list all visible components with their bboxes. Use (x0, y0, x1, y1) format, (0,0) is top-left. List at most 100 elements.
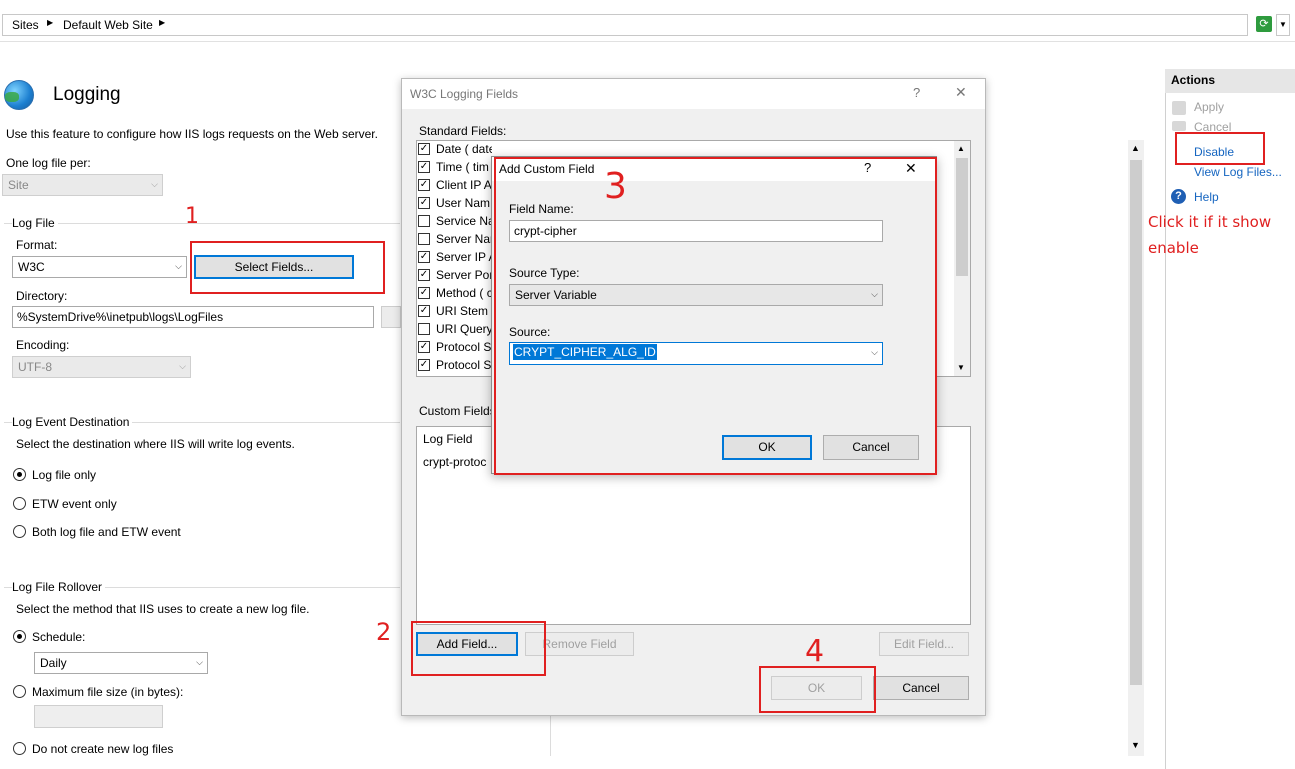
field-checkbox[interactable]: ✓ (418, 161, 430, 173)
radio-label: ETW event only (32, 497, 117, 511)
annotation-box-2 (411, 621, 546, 676)
help-action[interactable]: Help (1194, 190, 1219, 204)
field-label: URI Query (436, 322, 492, 336)
encoding-label: Encoding: (16, 338, 70, 352)
field-checkbox[interactable] (418, 233, 430, 245)
annotation-number-4: 4 (805, 634, 825, 669)
breadcrumb-item-site[interactable]: Default Web Site (63, 18, 153, 32)
field-checkbox[interactable]: ✓ (418, 269, 430, 281)
annotation-box-disable (1175, 132, 1265, 165)
radio-label: Both log file and ETW event (32, 525, 181, 539)
annotation-number-1: 1 (185, 204, 199, 229)
radio-etw-event-only[interactable] (13, 497, 26, 510)
max-size-label: Maximum file size (in bytes): (32, 685, 184, 699)
schedule-label: Schedule: (32, 630, 86, 644)
divider (550, 716, 551, 756)
view-log-files-action[interactable]: View Log Files... (1194, 165, 1282, 179)
field-label: Protocol S (436, 340, 492, 354)
browse-button[interactable] (381, 306, 401, 328)
cancel-icon (1172, 121, 1186, 131)
field-label: URI Stem ( (436, 304, 492, 318)
scroll-up-icon[interactable]: ▲ (1131, 143, 1140, 153)
section-divider (4, 223, 400, 224)
log-event-destination-description: Select the destination where IIS will wr… (16, 437, 295, 451)
field-label: Server Por (436, 268, 492, 282)
format-value: W3C (18, 260, 45, 274)
custom-fields-header: Log Field (423, 432, 473, 446)
field-checkbox[interactable]: ✓ (418, 179, 430, 191)
breadcrumb[interactable] (2, 14, 1248, 36)
edit-field-button[interactable]: Edit Field... (879, 632, 969, 656)
field-label: User Nam (436, 196, 491, 210)
format-label: Format: (16, 238, 58, 252)
dialog-title: W3C Logging Fields (410, 87, 519, 101)
field-label: Service Na (436, 214, 492, 228)
schedule-select[interactable]: Daily ⌵ (34, 652, 208, 674)
standard-fields-label: Standard Fields: (419, 124, 507, 138)
max-size-input[interactable] (34, 705, 163, 728)
radio-max-file-size[interactable] (13, 685, 26, 698)
chevron-up-icon[interactable]: ▲ (957, 144, 965, 153)
annotation-box-4 (759, 666, 876, 713)
close-button[interactable]: ✕ (955, 84, 967, 101)
globe-land (5, 92, 19, 102)
encoding-select[interactable]: UTF-8 ⌵ (12, 356, 191, 378)
annotation-number-3: 3 (604, 166, 627, 207)
scroll-down-icon[interactable]: ▼ (1131, 740, 1140, 750)
log-event-destination-title: Log Event Destination (12, 415, 133, 429)
field-checkbox[interactable]: ✓ (418, 359, 430, 371)
radio-schedule[interactable] (13, 630, 26, 643)
log-file-rollover-title: Log File Rollover (12, 580, 106, 594)
custom-fields-label: Custom Fields (419, 404, 496, 418)
apply-action[interactable]: Apply (1194, 100, 1224, 114)
list-scrollbar-thumb[interactable] (956, 158, 968, 276)
help-button[interactable]: ? (913, 85, 920, 100)
field-label: Server IP A (436, 250, 492, 264)
custom-field-row[interactable]: crypt-protoc (423, 455, 486, 469)
breadcrumb-arrow-icon[interactable]: ▶ (159, 18, 165, 27)
page-title: Logging (53, 84, 121, 105)
field-checkbox[interactable]: ✓ (418, 305, 430, 317)
field-label: Client IP A (436, 178, 492, 192)
breadcrumb-arrow-icon[interactable]: ▶ (47, 18, 53, 27)
annotation-box-3 (494, 157, 937, 475)
chevron-down-icon: ⌵ (179, 361, 186, 371)
annotation-note-line2: enable (1148, 239, 1199, 257)
log-file-section-title: Log File (12, 216, 58, 230)
breadcrumb-item-sites[interactable]: Sites (12, 18, 39, 32)
field-checkbox[interactable]: ✓ (418, 251, 430, 263)
chevron-down-icon[interactable]: ▼ (957, 363, 965, 372)
annotation-box-1 (190, 241, 385, 294)
cancel-action[interactable]: Cancel (1194, 120, 1231, 132)
one-log-file-per-value: Site (8, 178, 29, 192)
format-select[interactable]: W3C ⌵ (12, 256, 187, 278)
one-log-file-per-select[interactable]: Site ⌵ (2, 174, 163, 196)
chevron-down-icon[interactable]: ▼ (1276, 14, 1290, 36)
annotation-number-2: 2 (376, 618, 392, 646)
apply-icon (1172, 101, 1186, 115)
scrollbar-thumb[interactable] (1130, 160, 1142, 685)
field-checkbox[interactable] (418, 215, 430, 227)
field-checkbox[interactable]: ✓ (418, 197, 430, 209)
chevron-down-icon: ⌵ (196, 657, 203, 667)
field-label: Server Nan (436, 232, 492, 246)
radio-no-new-files[interactable] (13, 742, 26, 755)
field-checkbox[interactable] (418, 323, 430, 335)
encoding-value: UTF-8 (18, 360, 52, 374)
field-label: Date ( date ) (436, 142, 492, 156)
one-log-file-per-label: One log file per: (6, 156, 91, 170)
radio-both[interactable] (13, 525, 26, 538)
field-checkbox[interactable]: ✓ (418, 287, 430, 299)
radio-log-file-only[interactable] (13, 468, 26, 481)
directory-input[interactable]: %SystemDrive%\inetpub\logs\LogFiles (12, 306, 374, 328)
page-description: Use this feature to configure how IIS lo… (6, 127, 378, 141)
refresh-icon[interactable]: ⟳ (1256, 16, 1272, 32)
directory-label: Directory: (16, 289, 68, 303)
schedule-value: Daily (40, 656, 67, 670)
cancel-button[interactable]: Cancel (873, 676, 969, 700)
field-label: Protocol S (436, 358, 492, 372)
field-label: Method ( c (436, 286, 492, 300)
chevron-down-icon: ⌵ (151, 179, 158, 189)
field-checkbox[interactable]: ✓ (418, 341, 430, 353)
field-checkbox[interactable]: ✓ (418, 143, 430, 155)
